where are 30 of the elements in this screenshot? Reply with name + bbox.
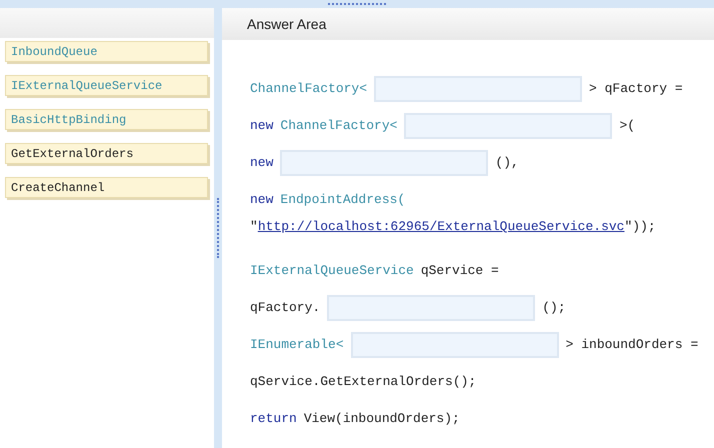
code-text: qFactory. [250,298,320,317]
type-name: ChannelFactory< [250,80,368,98]
type-name: IExternalQueueService [250,262,414,280]
code-text: (), [495,154,519,172]
code-text: View(inboundOrders); [304,410,460,428]
code-text: qService.GetExternalOrders(); [250,372,476,391]
code-text: >( [619,116,636,135]
choice-tile[interactable]: GetExternalOrders [5,143,208,164]
drop-slot[interactable] [374,76,582,102]
code-text: > inboundOrders = [566,336,698,354]
code-text: > qFactory = [589,80,683,98]
drop-slot[interactable] [280,150,488,176]
type-name: IEnumerable< [250,336,344,354]
keyword: new [250,154,274,172]
keyword: new [250,116,274,135]
drop-slot[interactable] [350,332,559,358]
url-link[interactable]: http://localhost:62965/ExternalQueueService.svc [258,217,624,237]
keyword: return [250,410,297,428]
choice-tile[interactable]: CreateChannel [5,177,208,198]
type-name: EndpointAddress( [280,190,406,209]
keyword: new [250,190,274,209]
drop-slot[interactable] [404,112,612,138]
grip-icon [328,2,386,6]
type-name: ChannelFactory< [280,116,398,135]
code-text: qService = [420,262,499,280]
code-text: (); [542,298,566,317]
code-text: ")); [624,218,656,236]
answer-area-header: Answer Area [222,8,714,40]
drop-slot[interactable] [327,294,536,320]
code-text: " [250,218,258,236]
